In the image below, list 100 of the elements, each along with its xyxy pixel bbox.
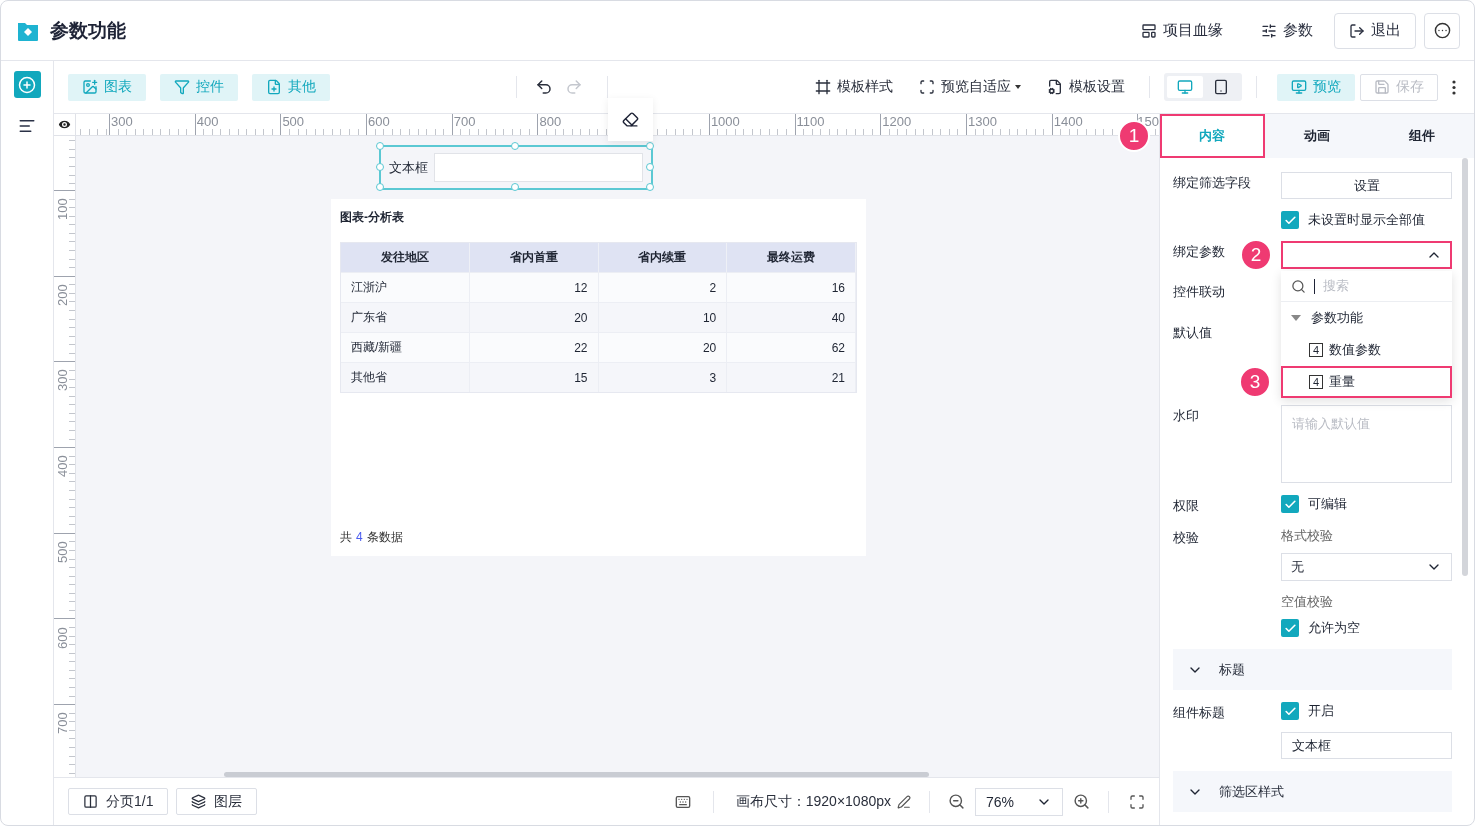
table-cell: 其他省 — [341, 362, 470, 392]
type-mark: 4 — [1309, 343, 1323, 357]
add-component-button[interactable] — [13, 71, 41, 98]
undo-icon — [535, 78, 553, 96]
field-label: 控件联动 — [1173, 284, 1225, 299]
ruler-label: 300 — [56, 368, 70, 392]
table-cell: 20 — [469, 302, 599, 332]
panel-tab[interactable]: 动画 — [1264, 114, 1370, 158]
table-cell: 2 — [598, 272, 728, 302]
layers-button[interactable]: 图层 — [176, 788, 258, 815]
more-button[interactable] — [1424, 12, 1460, 49]
ruler-label: 700 — [56, 711, 70, 735]
select-field[interactable]: 无 — [1281, 553, 1452, 581]
ruler-label: 1000 — [710, 115, 740, 129]
zoom-in-icon[interactable] — [1073, 793, 1090, 810]
text-box-widget[interactable]: 文本框 — [379, 145, 653, 190]
column-header: 发往地区 — [341, 243, 470, 272]
row-count: 共 4 条数据 — [340, 529, 404, 546]
ruler-label: 200 — [56, 283, 70, 306]
tablet-icon — [1213, 79, 1229, 95]
ruler-label: 300 — [111, 115, 133, 129]
pen-icon[interactable] — [897, 794, 911, 809]
eraser-icon — [622, 111, 639, 128]
more-menu-button[interactable] — [1452, 79, 1456, 95]
field-caption: 格式校验 — [1281, 527, 1334, 545]
more-icon — [1452, 79, 1456, 95]
table-cell: 广东省 — [341, 302, 470, 332]
field-label: 绑定参数 — [1173, 244, 1225, 259]
table-cell: 12 — [469, 272, 599, 302]
exit-icon — [1349, 22, 1365, 39]
field-label: 水印 — [1173, 408, 1199, 423]
canvas-size: 画布尺寸：1920×1080px — [735, 792, 891, 811]
ellipsis-icon — [1433, 22, 1451, 39]
ruler-label: 500 — [56, 540, 70, 563]
sliders-icon — [1261, 22, 1277, 39]
eye-icon[interactable] — [57, 117, 72, 132]
panel-tab[interactable]: 组件 — [1369, 114, 1474, 158]
format-painter-button[interactable] — [608, 98, 653, 141]
page-title: 参数功能 — [50, 18, 126, 43]
table-cell: 20 — [598, 332, 728, 362]
checkbox-label: 未设置时显示全部值 — [1308, 211, 1425, 229]
check-icon — [1283, 704, 1297, 718]
search-icon — [1291, 278, 1306, 294]
field-label: 绑定筛选字段 — [1173, 175, 1251, 190]
ruler-label: 500 — [282, 115, 305, 129]
checkbox[interactable] — [1281, 702, 1299, 720]
keyboard-icon[interactable] — [674, 793, 691, 810]
ruler-label: 1100 — [796, 115, 825, 129]
tree-group[interactable]: 参数功能 — [1281, 302, 1452, 334]
toolbar-button[interactable]: 模板设置 — [1047, 78, 1125, 96]
toolbar-button[interactable]: 模板样式 — [815, 78, 893, 96]
ruler-label: 800 — [539, 115, 562, 129]
field-label: 组件标题 — [1173, 705, 1225, 720]
section-header[interactable]: 标题 — [1173, 649, 1452, 690]
field-label: 校验 — [1173, 530, 1199, 545]
zoom-select[interactable]: 76% — [975, 787, 1063, 816]
check-icon — [1283, 213, 1297, 227]
field-label: 权限 — [1173, 498, 1199, 513]
table-cell: 3 — [598, 362, 728, 392]
zoom-out-icon[interactable] — [948, 793, 965, 810]
pages-button[interactable]: 分页1/1 — [68, 788, 169, 815]
redo-icon — [565, 78, 583, 96]
table-cell: 江浙沪 — [341, 272, 470, 302]
plus-icon — [18, 75, 36, 94]
menu-item[interactable]: 4 数值参数 — [1281, 334, 1452, 366]
title-input[interactable]: 文本框 — [1281, 732, 1452, 759]
ruler-label: 1200 — [882, 115, 912, 129]
checkbox-label: 可编辑 — [1308, 495, 1347, 513]
step-badge: 2 — [1240, 239, 1272, 271]
columns-icon — [83, 794, 98, 809]
ruler-label: 100 — [56, 197, 70, 220]
filter-add-icon — [174, 79, 190, 95]
ruler-label: 400 — [196, 115, 219, 129]
scan-icon — [919, 79, 935, 95]
ruler-label: 400 — [56, 454, 70, 478]
table-cell: 62 — [727, 332, 856, 362]
column-header: 省内首重 — [469, 243, 599, 272]
table-cell: 16 — [727, 272, 856, 302]
checkbox[interactable] — [1281, 211, 1299, 229]
table-cell: 22 — [469, 332, 599, 362]
table-cell: 40 — [727, 302, 856, 332]
section-header[interactable]: 筛选区样式 — [1173, 771, 1452, 812]
column-header: 省内续重 — [598, 243, 728, 272]
ruler-label: 600 — [368, 115, 390, 129]
ruler-label: 600 — [56, 625, 70, 649]
fullscreen-icon[interactable] — [1129, 793, 1145, 810]
monitor-icon — [1291, 79, 1307, 95]
step-badge: 3 — [1239, 366, 1271, 398]
ruler-label: 1300 — [968, 115, 997, 129]
field-label: 默认值 — [1173, 325, 1212, 340]
table-cell: 15 — [469, 362, 599, 392]
ruler-label: 1400 — [1053, 115, 1083, 129]
settings-button[interactable]: 设置 — [1281, 172, 1452, 199]
header-button[interactable]: 退出 — [1334, 12, 1416, 49]
chart-add-icon — [82, 79, 98, 95]
checkbox-label: 允许为空 — [1308, 619, 1360, 637]
checkbox[interactable] — [1281, 619, 1299, 637]
toolbar-button[interactable]: 预览自适应 — [919, 78, 1021, 96]
table-cell: 21 — [727, 362, 856, 392]
checkbox[interactable] — [1281, 495, 1299, 513]
